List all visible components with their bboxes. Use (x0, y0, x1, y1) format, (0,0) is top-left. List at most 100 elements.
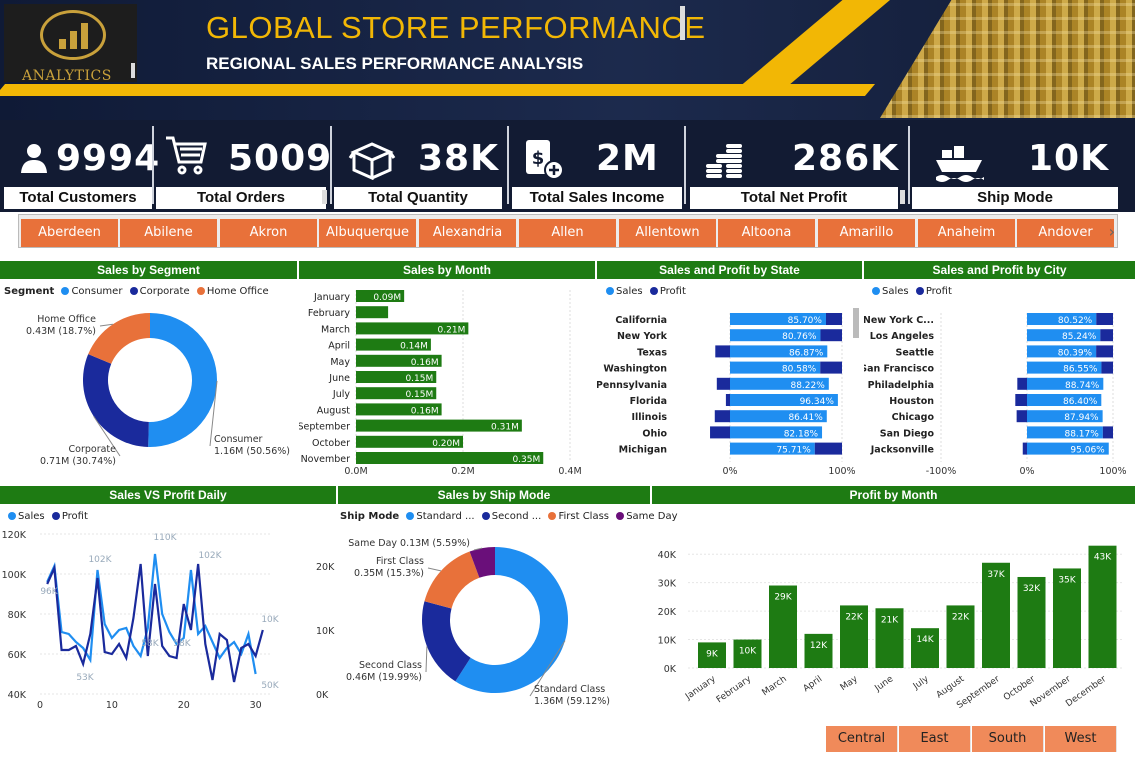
scrollbar (853, 308, 859, 338)
y2-tick-label: 10K (316, 626, 335, 637)
profit-bar (1100, 329, 1113, 342)
city-button-abilene[interactable]: Abilene (120, 219, 217, 247)
region-button-south[interactable]: South (972, 726, 1044, 752)
daily-line-chart: 120K 100K 80K 60K 40K 20K 10K 0K 0 10 20 30 96K 102K 5… (2, 530, 335, 711)
point-label: 102K (88, 555, 112, 565)
box-icon (348, 140, 396, 184)
y-tick-label: 40K (658, 550, 677, 561)
state-bar-chart: 0% 100% California 85.70% New York 80.76% Texa… (597, 308, 859, 477)
logo-text: ANALYTICS (22, 68, 112, 84)
category-label: November (301, 454, 351, 465)
city-button-aberdeen[interactable]: Aberdeen (21, 219, 118, 247)
city-button-allentown[interactable]: Allentown (619, 219, 716, 247)
legend-sales[interactable]: Sales (616, 286, 643, 297)
legend-dot (481, 512, 490, 520)
kpi-label-customers: Total Customers (4, 187, 152, 209)
profit-bar (1022, 442, 1027, 455)
legend-consumer[interactable]: Consumer (71, 286, 122, 297)
legend-dot (196, 287, 205, 295)
legend-profit[interactable]: Profit (62, 511, 88, 522)
slice-label: 1.36M (59.12%) (534, 696, 610, 707)
city-button-akron[interactable]: Akron (220, 219, 317, 247)
segment-donut-chart: Consumer1.16M (50.56%) Corporate0.71M (30… (26, 313, 290, 467)
state-legend: Sales Profit (602, 286, 686, 297)
city-button-anaheim[interactable]: Anaheim (918, 219, 1015, 247)
city-button-amarillo[interactable]: Amarillo (818, 219, 915, 247)
legend-dot (872, 287, 880, 295)
city-button-albuquerque[interactable]: Albuquerque (319, 219, 416, 247)
kpi-label-net-profit: Total Net Profit (690, 187, 898, 209)
y-tick-label: 40K (8, 690, 27, 701)
profit-month-bar-chart: 40K 30K 20K 10K 0K 9K January 10K February 29K Mar… (658, 545, 1124, 711)
legend-sales[interactable]: Sales (18, 511, 45, 522)
kpi-divider (330, 126, 332, 204)
legend-profit[interactable]: Profit (926, 286, 952, 297)
legend-second[interactable]: Second ... (492, 511, 542, 522)
data-label: 0.15M (405, 390, 433, 400)
data-label: 10K (739, 647, 757, 657)
slice-label: First Class (376, 556, 424, 567)
city-button-andover[interactable]: Andover (1017, 219, 1114, 247)
daily-legend: Sales Profit (4, 511, 88, 522)
profit-bar (820, 361, 842, 374)
kpi-value-customers: 9994 (56, 138, 161, 179)
slice-label: Second Class (359, 660, 422, 671)
city-button-alexandria[interactable]: Alexandria (419, 219, 516, 247)
slice-label: Same Day 0.13M (5.59%) (348, 538, 470, 549)
segment-legend: Segment Consumer Corporate Home Office (4, 286, 269, 297)
data-label: 0.16M (411, 406, 439, 416)
category-label: Illinois (631, 412, 667, 423)
data-label: 86.55% (1063, 365, 1098, 375)
city-button-altoona[interactable]: Altoona (718, 219, 815, 247)
y-tick-label: 10K (658, 636, 677, 647)
chart-logo-icon (40, 10, 106, 60)
leader-line (427, 567, 442, 572)
legend-standard[interactable]: Standard ... (416, 511, 474, 522)
category-label: August (317, 405, 351, 416)
bar (1088, 545, 1117, 668)
profit-bar (715, 345, 730, 358)
region-button-west[interactable]: West (1045, 726, 1117, 752)
legend-home-office[interactable]: Home Office (207, 286, 269, 297)
kpi-divider (152, 126, 154, 204)
legend-first-class[interactable]: First Class (558, 511, 609, 522)
x-tick-label: June (873, 674, 896, 694)
coin-stack-icon (704, 140, 746, 184)
x-tick-label: -100% (926, 466, 957, 477)
legend-dot (649, 287, 658, 295)
series-line (46, 563, 264, 683)
section-title-month: Sales by Month (299, 261, 595, 279)
category-label: Michigan (619, 445, 668, 456)
y-tick-label: 0K (664, 664, 677, 675)
header-banner: ANALYTICS GLOBAL STORE PERFORMANCE REGIO… (0, 0, 1135, 120)
kpi-divider (684, 126, 686, 204)
data-label: 75.71% (776, 446, 811, 456)
city-slicer-track: Aberdeen Abilene Akron Albuquerque Alexa… (18, 214, 1118, 248)
data-label: 86.87% (789, 348, 824, 358)
y2-tick-label: 0K (316, 690, 329, 701)
region-button-central[interactable]: Central (826, 726, 898, 752)
data-label: 86.40% (1063, 397, 1098, 407)
donut-slice (83, 354, 149, 447)
legend-sales[interactable]: Sales (882, 286, 909, 297)
legend-dot (51, 512, 60, 520)
data-label: 82.18% (784, 429, 819, 439)
category-label: Houston (889, 396, 934, 407)
chevron-right-icon[interactable]: › (1109, 222, 1115, 241)
slice-label: Standard Class (534, 684, 605, 695)
point-label: 102K (198, 551, 222, 561)
legend-corporate[interactable]: Corporate (140, 286, 190, 297)
section-title-profit-month: Profit by Month (652, 486, 1135, 504)
data-label: 0.16M (411, 358, 439, 368)
city-button-allen[interactable]: Allen (519, 219, 616, 247)
header-market-image (880, 0, 1135, 118)
y2-tick-label: 20K (316, 562, 335, 573)
x-tick-label: May (839, 674, 861, 693)
shopping-cart-icon (164, 134, 208, 180)
legend-profit[interactable]: Profit (660, 286, 686, 297)
region-button-east[interactable]: East (899, 726, 971, 752)
legend-dot (129, 287, 138, 295)
category-label: September (299, 422, 350, 433)
data-label: 21K (881, 615, 899, 625)
data-label: 0.09M (373, 293, 401, 303)
